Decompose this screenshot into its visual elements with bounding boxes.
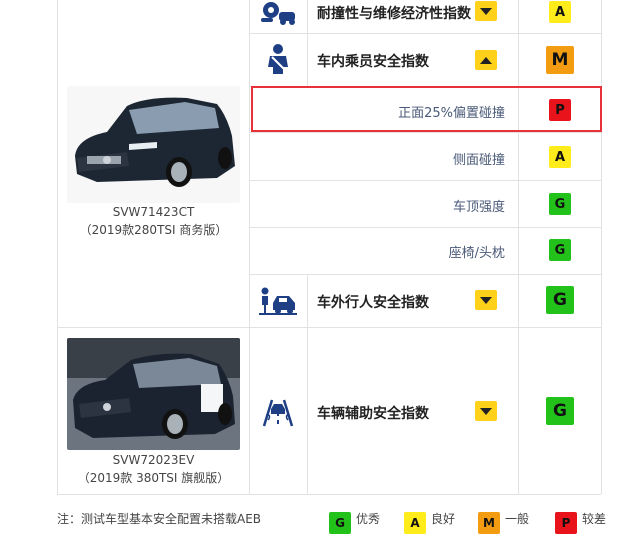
index-label: 车内乘员安全指数 [317, 54, 429, 70]
grid-line [307, 0, 308, 86]
grid-line [249, 180, 601, 181]
legend-label: 一般 [505, 512, 530, 526]
legend-chip: G [329, 512, 351, 534]
sub-item-label: 车顶强度 [452, 200, 505, 215]
grid-line [518, 0, 519, 494]
grid-line [57, 494, 601, 495]
grid-line [57, 327, 601, 328]
lane-assist-icon [258, 395, 298, 429]
car-photo [67, 86, 240, 203]
grid-line [249, 227, 601, 228]
footer-note: 注：测试车型基本安全配置未搭载AEB [57, 512, 262, 526]
sub-item-label: 侧面碰撞 [452, 153, 505, 168]
grid-line [57, 0, 58, 494]
grid-line [601, 0, 602, 494]
sub-item-label: 座椅/头枕 [448, 246, 505, 261]
collapse-toggle[interactable] [475, 50, 497, 70]
grid-line [249, 33, 601, 34]
rating-badge: G [546, 397, 574, 425]
rating-badge: G [546, 286, 574, 314]
index-label: 耐撞性与维修经济性指数 [317, 6, 471, 22]
grid-line [249, 274, 601, 275]
rating-badge: A [549, 1, 571, 23]
legend-label: 良好 [431, 512, 456, 526]
grid-line [307, 274, 308, 494]
legend-label: 优秀 [356, 512, 381, 526]
legend-chip: M [478, 512, 500, 534]
pedestrian-car-icon [258, 286, 298, 316]
grid-line [249, 132, 601, 133]
rating-badge: G [549, 239, 571, 261]
highlight-box [251, 86, 602, 132]
rating-badge: G [549, 193, 571, 215]
legend-label: 较差 [582, 512, 607, 526]
legend-chip: P [555, 512, 577, 534]
index-label: 车外行人安全指数 [317, 295, 429, 311]
expand-toggle[interactable] [475, 290, 497, 310]
grid-line [249, 0, 250, 494]
wrench-gear-car-icon [258, 0, 298, 26]
rating-badge: A [549, 146, 571, 168]
car-model-desc: （2019款 380TSI 旗舰版） [77, 471, 230, 485]
car-model-desc: （2019款280TSI 商务版） [79, 223, 228, 237]
rating-badge: M [546, 46, 574, 74]
car-model-code: SVW71423CT [112, 205, 195, 219]
expand-toggle[interactable] [475, 401, 497, 421]
index-label: 车辆辅助安全指数 [317, 406, 429, 422]
legend-chip: A [404, 512, 426, 534]
car-model-code: SVW72023EV [112, 453, 195, 467]
seated-occupant-icon [258, 42, 298, 76]
car-photo [67, 338, 240, 450]
expand-toggle[interactable] [475, 1, 497, 21]
